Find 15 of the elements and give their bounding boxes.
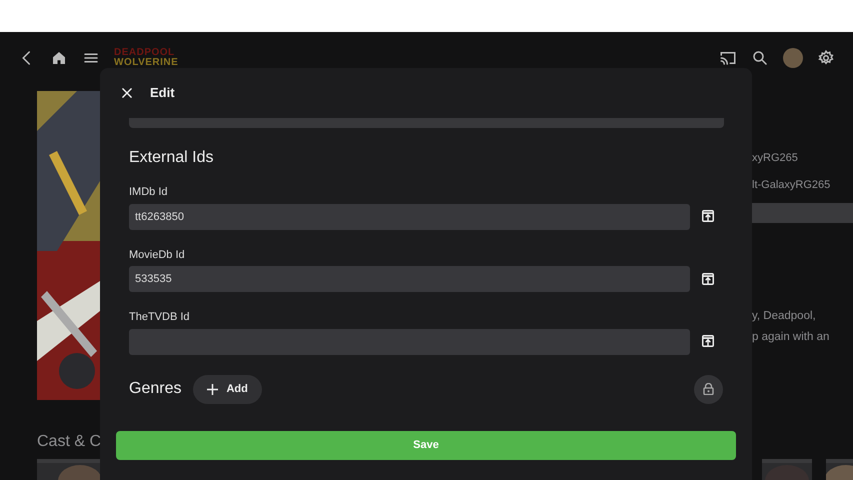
section-title: Cast & C (37, 432, 102, 452)
field-label: IMDb Id (129, 185, 169, 200)
logo[interactable]: DEADPOOL WOLVERINE (114, 48, 178, 68)
input-field[interactable]: 533535 (129, 266, 690, 292)
detail-text: lt-GalaxyRG265 (752, 178, 832, 192)
section-title: Genres (129, 379, 182, 399)
overview-text: y, Deadpool, (752, 309, 817, 324)
field-label: MovieDb Id (129, 248, 186, 262)
detail-text: xyRG265 (752, 151, 799, 166)
section-title: External Ids (129, 148, 214, 168)
dialog-title: Edit (150, 84, 175, 102)
field-label: TheTVDB Id (129, 310, 191, 325)
add-button[interactable]: Add (193, 374, 262, 404)
overview-text: p again with an (752, 330, 830, 345)
input-field[interactable]: tt6263850 (129, 204, 690, 230)
